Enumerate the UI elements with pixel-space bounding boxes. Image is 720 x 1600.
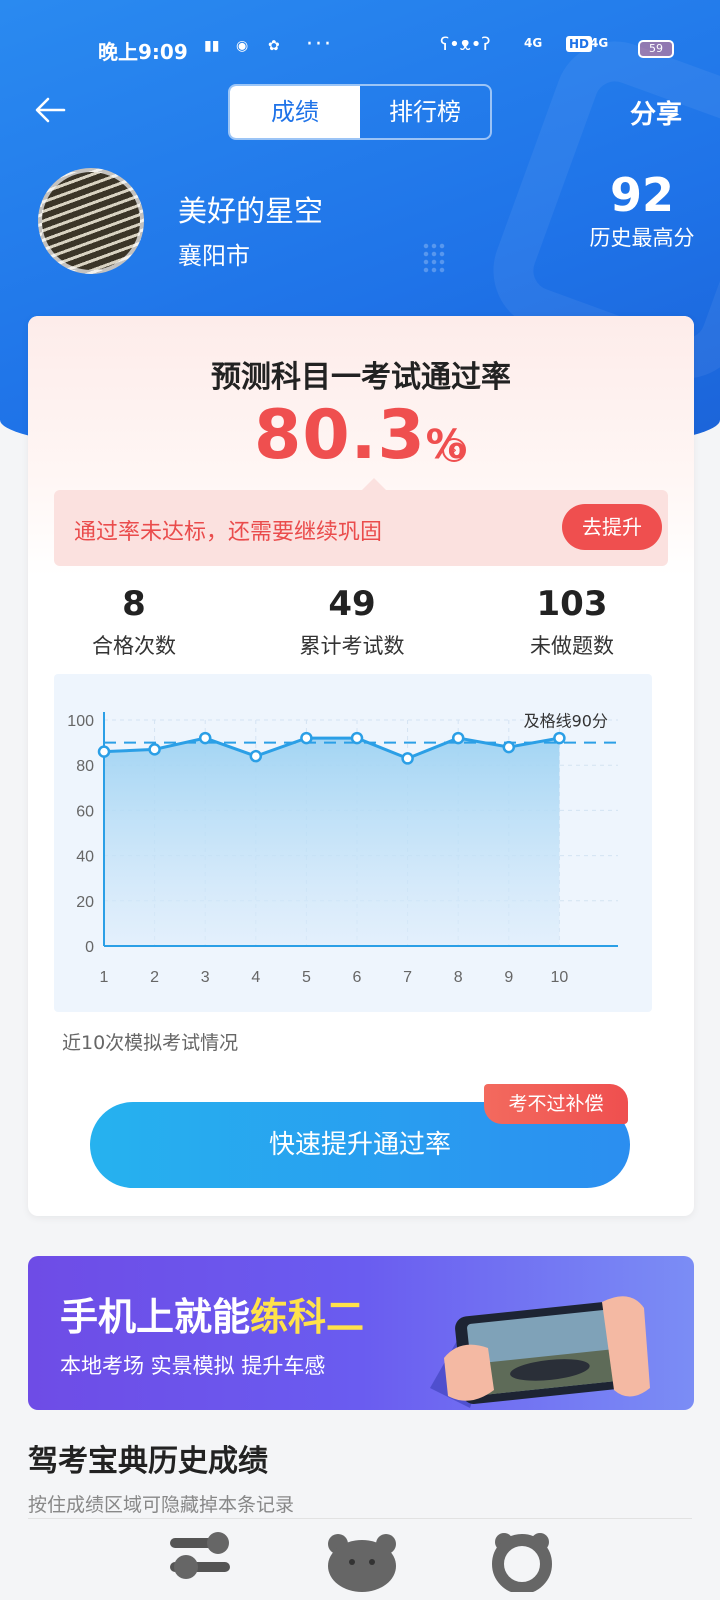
eye-icon: ◉ — [236, 38, 249, 54]
status-time: 晚上9:09 — [98, 40, 188, 64]
status-bar: 晚上9:09 ▮▮ ◉ ✿ ··· ʕ•ᴥ•ʔ 4G HD 4G 59 — [0, 28, 720, 68]
x-tick-label: 1 — [100, 969, 109, 986]
app-notification-icon: ✿ — [268, 38, 280, 54]
divider — [28, 1518, 692, 1519]
score-chart[interactable]: 0 20 40 60 80 100 及格线90分 1 2 3 4 5 6 7 8 9 10 — [54, 674, 652, 1012]
history-title: 驾考宝典历史成绩 — [28, 1444, 268, 1479]
x-tick-label: 5 — [302, 969, 311, 986]
sliders-bear-icon — [170, 1532, 230, 1579]
stat-total-exams-value: 49 — [328, 584, 376, 624]
user-city: 襄阳市 — [178, 242, 250, 270]
score-point — [148, 743, 161, 756]
prediction-title: 预测科目一考试通过率 — [211, 360, 511, 395]
y-tick-label: 0 — [85, 939, 94, 956]
stat-undone: 103 未做题数 — [472, 584, 672, 660]
score-point — [97, 745, 111, 758]
user-name: 美好的星空 — [178, 194, 324, 228]
pass-rate-number: 80.3 — [254, 396, 426, 475]
y-tick-label: 20 — [76, 894, 94, 911]
x-tick-label: 3 — [201, 969, 210, 986]
tab-scores[interactable]: 成绩 — [230, 86, 360, 138]
x-tick-label: 6 — [353, 969, 362, 986]
phone-hands-illustration — [430, 1296, 650, 1408]
tab-switcher: 成绩 排行榜 — [228, 84, 492, 140]
history-hint: 按住成绩区域可隐藏掉本条记录 — [28, 1494, 295, 1516]
score-point — [300, 731, 313, 745]
avatar[interactable] — [38, 168, 144, 274]
stat-passed: 8 合格次数 — [34, 584, 234, 660]
score-point — [401, 752, 414, 765]
banner-title: 手机上就能练科二 — [60, 1286, 364, 1341]
best-score-value: 92 — [609, 168, 674, 222]
top-nav: 成绩 排行榜 分享 — [0, 82, 720, 142]
score-point — [502, 740, 516, 754]
score-chart-svg: 0 20 40 60 80 100 及格线90分 1 2 3 4 5 6 7 8 9 10 — [67, 712, 618, 986]
pass-line-label: 及格线90分 — [524, 712, 608, 731]
banner-title-highlight: 练科二 — [250, 1295, 365, 1339]
x-tick-label: 7 — [403, 969, 412, 986]
compensation-badge: 考不过补偿 — [484, 1084, 628, 1124]
share-button[interactable]: 分享 — [630, 94, 682, 131]
bear-ring-icon — [492, 1533, 552, 1592]
stat-undone-label: 未做题数 — [530, 634, 614, 658]
score-point — [249, 749, 263, 763]
chart-caption: 近10次模拟考试情况 — [62, 1032, 239, 1054]
score-point — [198, 731, 212, 745]
prediction-card: 预测科目一考试通过率 80.3% › 通过率未达标，还需要继续巩固 去提升 8 … — [28, 316, 694, 1216]
y-tick-label: 60 — [76, 803, 94, 820]
banner-title-main: 手机上就能 — [60, 1295, 251, 1339]
y-tick-label: 80 — [76, 758, 94, 775]
stat-undone-value: 103 — [536, 584, 608, 624]
best-score-label: 历史最高分 — [589, 226, 695, 250]
bear-face-icon — [328, 1534, 396, 1592]
practice-banner[interactable]: 手机上就能练科二 本地考场 实景模拟 提升车感 — [28, 1256, 694, 1410]
score-point — [553, 731, 566, 745]
x-tick-label: 4 — [251, 969, 260, 986]
stat-passed-value: 8 — [122, 584, 146, 624]
notification-icon: ▮▮ — [204, 38, 220, 54]
banner-subtitle: 本地考场 实景模拟 提升车感 — [60, 1354, 326, 1378]
stat-passed-label: 合格次数 — [92, 634, 176, 658]
warning-notch — [362, 478, 386, 490]
x-tick-label: 9 — [504, 969, 513, 986]
more-notifications-icon: ··· — [306, 32, 333, 57]
back-arrow-icon[interactable] — [34, 96, 66, 124]
x-tick-label: 8 — [454, 969, 463, 986]
chevron-right-icon[interactable]: › — [442, 438, 466, 462]
x-tick-label: 2 — [150, 969, 159, 986]
hd-badge: HD — [566, 36, 593, 52]
profile-section: 美好的星空 襄阳市 92 历史最高分 — [0, 168, 720, 288]
bear-icon: ʕ•ᴥ•ʔ — [440, 34, 491, 55]
stat-total-exams-label: 累计考试数 — [299, 634, 405, 658]
improve-button[interactable]: 去提升 — [562, 504, 662, 550]
network-4g-label-2: 4G — [590, 36, 609, 50]
warning-text: 通过率未达标，还需要继续巩固 — [74, 520, 383, 545]
battery-icon: 59 — [638, 40, 674, 58]
x-tick-label: 10 — [551, 969, 569, 986]
network-4g-label: 4G — [524, 36, 543, 50]
y-tick-label: 40 — [76, 849, 94, 866]
score-point — [350, 731, 364, 745]
tab-leaderboard[interactable]: 排行榜 — [360, 86, 490, 138]
pass-rate-value[interactable]: 80.3% — [254, 396, 467, 475]
warning-banner: 通过率未达标，还需要继续巩固 去提升 — [54, 478, 668, 566]
y-tick-label: 100 — [67, 713, 94, 730]
score-point — [451, 731, 465, 745]
stat-total-exams: 49 累计考试数 — [252, 584, 452, 660]
score-area — [104, 738, 560, 946]
